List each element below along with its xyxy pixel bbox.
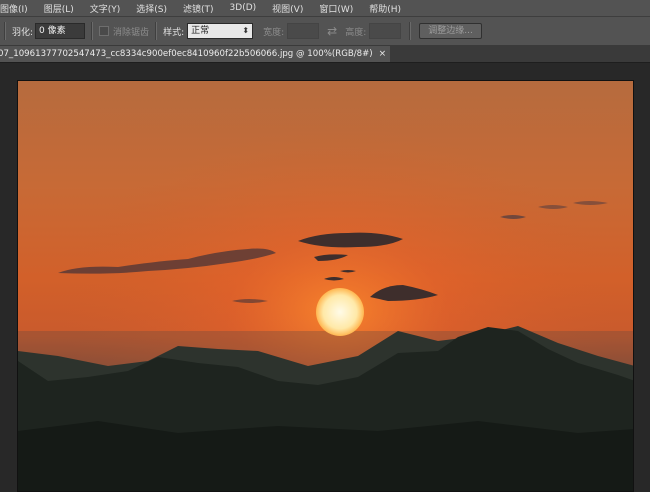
feather-label: 羽化: xyxy=(12,27,34,38)
swap-icon[interactable]: ⇄ xyxy=(327,24,337,38)
chevron-updown-icon: ⬍ xyxy=(242,26,250,35)
separator xyxy=(409,22,412,40)
menu-view[interactable]: 视图(V) xyxy=(272,2,311,15)
document-tab[interactable]: 07_10961377702547473_cc8334c900ef0ec8410… xyxy=(0,46,390,62)
height-input[interactable] xyxy=(369,23,402,39)
refine-edge-button[interactable]: 调整边缘... xyxy=(419,23,482,39)
style-select-value: 正常 xyxy=(191,26,210,36)
canvas-area[interactable] xyxy=(0,63,650,492)
style-select[interactable]: 正常 ⬍ xyxy=(187,23,254,39)
menu-type[interactable]: 文字(Y) xyxy=(90,2,129,15)
menu-layer[interactable]: 图层(L) xyxy=(44,2,82,15)
document-tab-bar: 07_10961377702547473_cc8334c900ef0ec8410… xyxy=(0,46,650,63)
width-label: 宽度: xyxy=(263,27,285,38)
separator xyxy=(91,22,94,40)
menu-select[interactable]: 选择(S) xyxy=(136,2,175,15)
antialias-checkbox[interactable] xyxy=(99,26,110,36)
options-bar: 羽化: 0 像素 消除锯齿 样式: 正常 ⬍ 宽度: ⇄ 高度: 调整边缘... xyxy=(0,17,650,46)
separator xyxy=(4,22,6,40)
menu-filter[interactable]: 滤镜(T) xyxy=(183,2,222,15)
menu-bar: 图像(I) 图层(L) 文字(Y) 选择(S) 滤镜(T) 3D(D) 视图(V… xyxy=(0,0,650,17)
close-icon[interactable]: × xyxy=(379,49,387,59)
menu-help[interactable]: 帮助(H) xyxy=(369,2,409,15)
feather-input[interactable]: 0 像素 xyxy=(35,23,86,39)
menu-3d[interactable]: 3D(D) xyxy=(230,3,265,13)
menu-image[interactable]: 图像(I) xyxy=(0,2,36,15)
height-label: 高度: xyxy=(345,27,367,38)
separator xyxy=(155,22,158,40)
sunset-photo[interactable] xyxy=(17,80,634,492)
document-tab-title: 07_10961377702547473_cc8334c900ef0ec8410… xyxy=(0,49,373,59)
width-input[interactable] xyxy=(287,23,320,39)
sunset-image xyxy=(18,81,633,491)
antialias-label: 消除锯齿 xyxy=(113,27,150,38)
style-label: 样式: xyxy=(163,27,185,38)
menu-window[interactable]: 窗口(W) xyxy=(319,2,361,15)
